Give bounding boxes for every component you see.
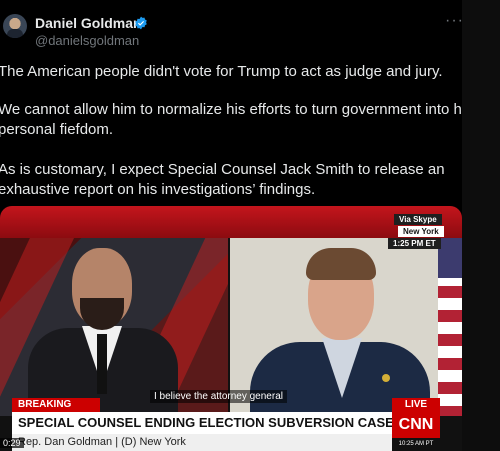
tweet-paragraph-2a: We cannot allow him to normalize his eff… xyxy=(0,101,473,118)
video-timecode: 0:29 xyxy=(0,438,24,448)
tweet-header: Daniel Goldman @danielsgoldman ··· xyxy=(0,0,500,56)
author-handle[interactable]: @danielsgoldman xyxy=(35,33,139,48)
right-gutter xyxy=(462,0,500,451)
headline-chyron: SPECIAL COUNSEL ENDING ELECTION SUBVERSI… xyxy=(12,412,392,434)
cnn-logo: CNN xyxy=(392,412,440,438)
tweet-paragraph-3a: As is customary, I expect Special Counse… xyxy=(0,161,445,178)
avatar[interactable] xyxy=(3,14,27,38)
tweet-paragraph-2b: personal fiefdom. xyxy=(0,121,114,138)
guest-subline: Rep. Dan Goldman | (D) New York xyxy=(12,434,392,451)
time-tag: 1:25 PM ET xyxy=(388,238,441,249)
live-label: LIVE xyxy=(392,398,440,412)
breaking-news-label: BREAKING NEWS xyxy=(12,398,100,424)
verified-badge-icon xyxy=(135,16,147,30)
embedded-video[interactable]: Via Skype New York 1:25 PM ET I believe … xyxy=(0,206,462,451)
cnn-time: 10:25 AM PT xyxy=(392,438,440,451)
city-tag: New York xyxy=(398,226,444,237)
via-skype-tag: Via Skype xyxy=(394,214,442,225)
author-name[interactable]: Daniel Goldman xyxy=(35,15,142,31)
video-top-bar xyxy=(0,206,462,238)
tweet-paragraph-3b: exhaustive report on his investigations’… xyxy=(0,181,316,198)
tweet-paragraph-1: The American people didn't vote for Trum… xyxy=(0,63,443,80)
closed-caption: I believe the attorney general xyxy=(150,390,287,403)
